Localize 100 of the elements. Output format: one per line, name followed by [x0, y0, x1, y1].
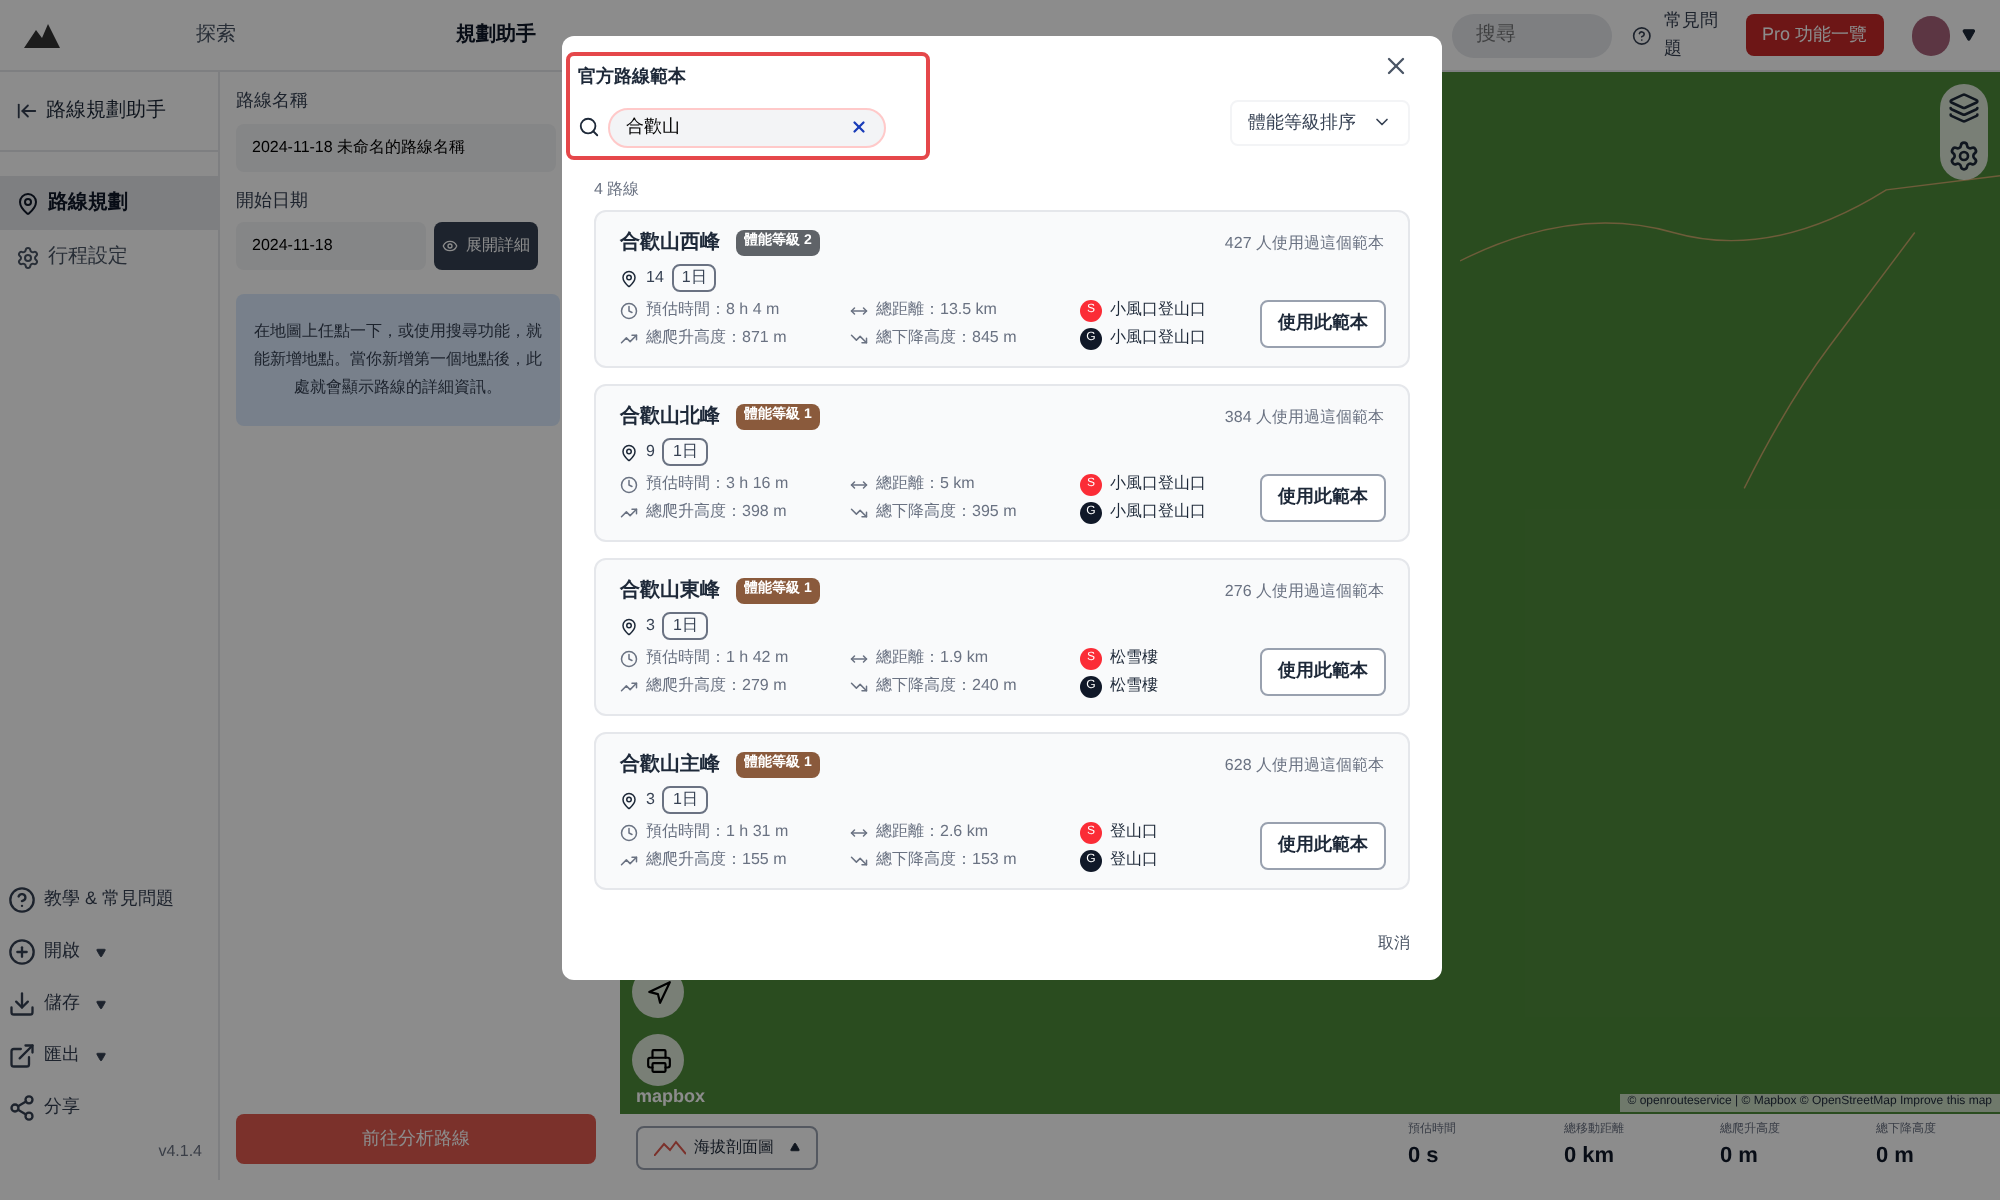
expand-details-button[interactable]: 展開詳細	[434, 222, 538, 270]
clock-icon	[620, 823, 638, 841]
faq-link[interactable]: 常見問題	[1663, 8, 1735, 62]
pin-icon	[620, 617, 638, 635]
sort-dropdown[interactable]: 體能等級排序	[1230, 99, 1410, 146]
clock-icon	[620, 475, 638, 493]
usage-count: 427 人使用過這個範本	[1224, 231, 1384, 255]
route-name: 合歡山東峰	[620, 577, 720, 606]
share-icon	[8, 1094, 36, 1122]
sidebar-action[interactable]: 儲存	[0, 984, 218, 1024]
distance-icon	[850, 823, 868, 841]
sidebar-action[interactable]: 匯出	[0, 1036, 218, 1076]
route-name-field[interactable]: 2024-11-18 未命名的路線名稱	[236, 123, 556, 171]
search-input[interactable]: 搜尋	[1476, 20, 1596, 50]
pin-icon	[620, 269, 638, 287]
back-icon[interactable]	[16, 100, 38, 122]
caret-icon	[96, 999, 106, 1009]
usage-count: 276 人使用過這個範本	[1224, 579, 1384, 603]
days-tag: 1日	[662, 438, 708, 466]
layers-icon[interactable]	[1948, 92, 1980, 124]
clock-icon	[620, 649, 638, 667]
distance-icon	[850, 649, 868, 667]
download-icon	[8, 990, 36, 1018]
distance: 總距離：2.6 km	[876, 820, 989, 844]
point-count: 9	[646, 440, 655, 464]
field-label: 路線名稱	[236, 88, 308, 114]
sidebar-action[interactable]: 開啟	[0, 932, 218, 972]
start-point: 小風口登山口	[1110, 472, 1206, 496]
point-count: 3	[646, 788, 655, 812]
template-search-field[interactable]: 合歡山	[608, 107, 886, 147]
analyze-route-button[interactable]: 前往分析路線	[236, 1113, 596, 1164]
distance: 總距離：1.9 km	[876, 646, 989, 670]
end-point: 小風口登山口	[1110, 500, 1206, 524]
distance-icon	[850, 475, 868, 493]
days-tag: 1日	[671, 264, 717, 292]
use-template-button[interactable]: 使用此範本	[1260, 474, 1386, 522]
descent-icon	[850, 329, 868, 347]
elevation-chart-icon	[654, 1139, 686, 1155]
pin-icon	[16, 191, 40, 215]
ascent: 總爬升高度：871 m	[646, 326, 787, 350]
sidebar-item[interactable]: 路線規劃	[0, 176, 218, 230]
caret-icon	[96, 947, 106, 957]
days-tag: 1日	[662, 612, 708, 640]
search-field[interactable]: 搜尋	[1452, 13, 1612, 57]
nav-tab[interactable]: 規劃助手	[456, 20, 536, 50]
sidebar-action[interactable]: 分享	[0, 1088, 218, 1128]
estimated-time: 預估時間：1 h 31 m	[646, 820, 789, 844]
estimated-time: 預估時間：1 h 42 m	[646, 646, 789, 670]
point-count: 3	[646, 614, 655, 638]
descent-icon	[850, 677, 868, 695]
sidebar-item[interactable]: 行程設定	[0, 230, 218, 284]
point-count: 14	[646, 266, 664, 290]
avatar[interactable]	[1911, 15, 1951, 55]
sidebar-action[interactable]: 教學 & 常見問題	[0, 880, 218, 920]
end-point: 松雪樓	[1110, 674, 1158, 698]
pin-icon	[620, 443, 638, 461]
printer-icon	[645, 1047, 671, 1073]
clear-icon[interactable]	[850, 118, 868, 136]
distance-icon	[850, 301, 868, 319]
ascent: 總爬升高度：155 m	[646, 848, 787, 872]
start-point: 小風口登山口	[1110, 298, 1206, 322]
version-label: v4.1.4	[158, 1140, 204, 1164]
estimated-time: 預估時間：8 h 4 m	[646, 298, 780, 322]
navigation-arrow-icon	[645, 979, 671, 1005]
stat-value: 0 m	[1720, 1141, 1760, 1172]
use-template-button[interactable]: 使用此範本	[1260, 648, 1386, 696]
search-icon	[578, 116, 600, 138]
end-point: 小風口登山口	[1110, 326, 1206, 350]
descent: 總下降高度：845 m	[876, 326, 1017, 350]
use-template-button[interactable]: 使用此範本	[1260, 822, 1386, 870]
print-button[interactable]	[632, 1034, 684, 1086]
descent: 總下降高度：395 m	[876, 500, 1017, 524]
start-point: 登山口	[1110, 820, 1158, 844]
end-point: 登山口	[1110, 848, 1158, 872]
descent: 總下降高度：240 m	[876, 674, 1017, 698]
nav-tab[interactable]: 探索	[196, 20, 236, 50]
stat-value: 0 m	[1876, 1141, 1916, 1172]
clock-icon	[620, 301, 638, 319]
use-template-button[interactable]: 使用此範本	[1260, 300, 1386, 348]
plus-circle-icon	[8, 938, 36, 966]
start-date-field[interactable]: 2024-11-18	[236, 222, 426, 270]
ascent-icon	[620, 677, 638, 695]
help-icon	[8, 886, 36, 914]
route-name: 合歡山主峰	[620, 750, 720, 780]
stat-value: 0 s	[1408, 1141, 1441, 1172]
gear-icon[interactable]	[1948, 140, 1980, 172]
elevation-profile-button[interactable]: 海拔剖面圖	[636, 1125, 818, 1169]
help-icon[interactable]	[1632, 25, 1652, 45]
stat-value: 0 km	[1564, 1141, 1617, 1172]
search-input[interactable]: 合歡山	[626, 113, 850, 141]
close-icon[interactable]	[1382, 52, 1410, 80]
distance: 總距離：13.5 km	[876, 298, 997, 322]
caret-icon[interactable]	[1962, 28, 1976, 42]
cancel-button[interactable]: 取消	[1378, 932, 1410, 956]
mountain-logo-icon[interactable]	[24, 23, 60, 47]
descent-icon	[850, 851, 868, 869]
ascent-icon	[620, 851, 638, 869]
usage-count: 384 人使用過這個範本	[1224, 405, 1384, 429]
pro-features-button[interactable]: Pro 功能一覽	[1746, 13, 1884, 57]
days-tag: 1日	[662, 786, 708, 814]
